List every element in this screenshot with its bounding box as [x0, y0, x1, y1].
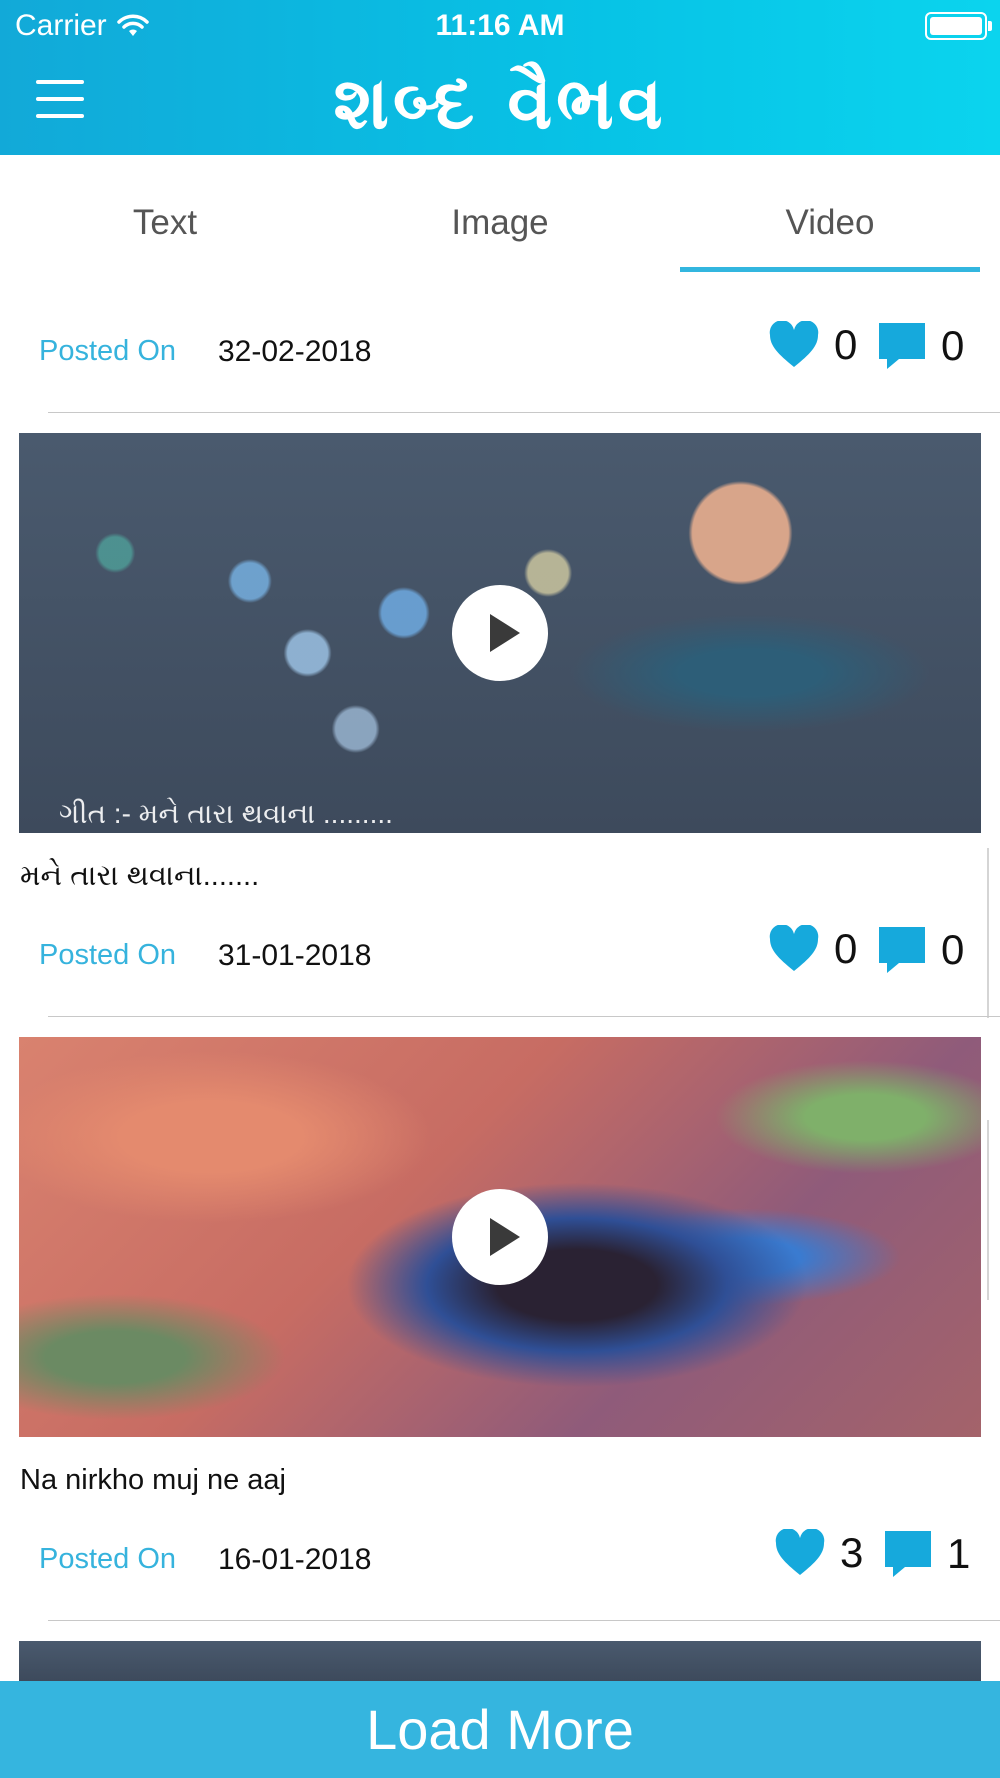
divider	[48, 1620, 1000, 1621]
like-button[interactable]: 0	[768, 321, 857, 369]
post-meta-row: Posted On 32-02-2018 0 0	[0, 313, 1000, 393]
comment-icon	[879, 323, 925, 369]
app-title: શબ્દ વૈભવ	[333, 60, 667, 145]
comment-icon	[879, 927, 925, 973]
posted-on-label: Posted On	[39, 1543, 177, 1575]
tab-selected-indicator	[680, 267, 980, 272]
scroll-indicator	[987, 1120, 989, 1300]
like-count: 0	[834, 321, 858, 368]
like-button[interactable]: 0	[768, 925, 857, 973]
comment-count: 0	[941, 322, 965, 369]
like-count: 3	[840, 1529, 864, 1576]
like-count: 0	[834, 925, 858, 972]
posted-date: 16-01-2018	[218, 1543, 372, 1576]
divider	[48, 412, 1000, 413]
posted-on-label: Posted On	[39, 939, 177, 971]
comment-button[interactable]: 1	[883, 1529, 970, 1579]
like-button[interactable]: 3	[774, 1529, 863, 1577]
comment-button[interactable]: 0	[877, 321, 964, 371]
tab-image[interactable]: Image	[350, 155, 650, 275]
video-thumbnail[interactable]	[19, 1037, 981, 1437]
post-title: Na nirkho muj ne aaj	[20, 1464, 286, 1496]
post-meta-row: Posted On 16-01-2018 3 1	[0, 1521, 1000, 1601]
post-meta-row: Posted On 31-01-2018 0 0	[0, 917, 1000, 997]
posted-date: 31-01-2018	[218, 939, 372, 972]
posted-on-label: Posted On	[39, 335, 177, 367]
tab-video[interactable]: Video	[680, 155, 980, 275]
load-more-button[interactable]: Load More	[0, 1681, 1000, 1778]
tab-bar: Text Image Video	[0, 155, 1000, 275]
comment-count: 0	[941, 926, 965, 973]
play-icon[interactable]	[452, 585, 548, 681]
posted-date: 32-02-2018	[218, 335, 372, 368]
comment-icon	[885, 1531, 931, 1577]
play-icon[interactable]	[452, 1189, 548, 1285]
divider	[48, 1016, 1000, 1017]
video-thumbnail[interactable]: ગીત :- મને તારા થવાના .........	[19, 433, 981, 833]
status-time: 11:16 AM	[435, 9, 565, 42]
heart-icon	[769, 925, 819, 971]
heart-icon	[769, 321, 819, 367]
video-thumbnail[interactable]	[19, 1641, 981, 1681]
app-header: Carrier 11:16 AM શબ્દ વૈભવ	[0, 0, 1000, 155]
tab-text[interactable]: Text	[15, 155, 315, 275]
battery-icon	[925, 12, 992, 40]
thumbnail-caption: ગીત :- મને તારા થવાના .........	[59, 798, 393, 829]
post-title: મને તારા થવાના.......	[20, 860, 260, 892]
comment-button[interactable]: 0	[877, 925, 964, 975]
comment-count: 1	[947, 1530, 971, 1577]
heart-icon	[775, 1529, 825, 1575]
